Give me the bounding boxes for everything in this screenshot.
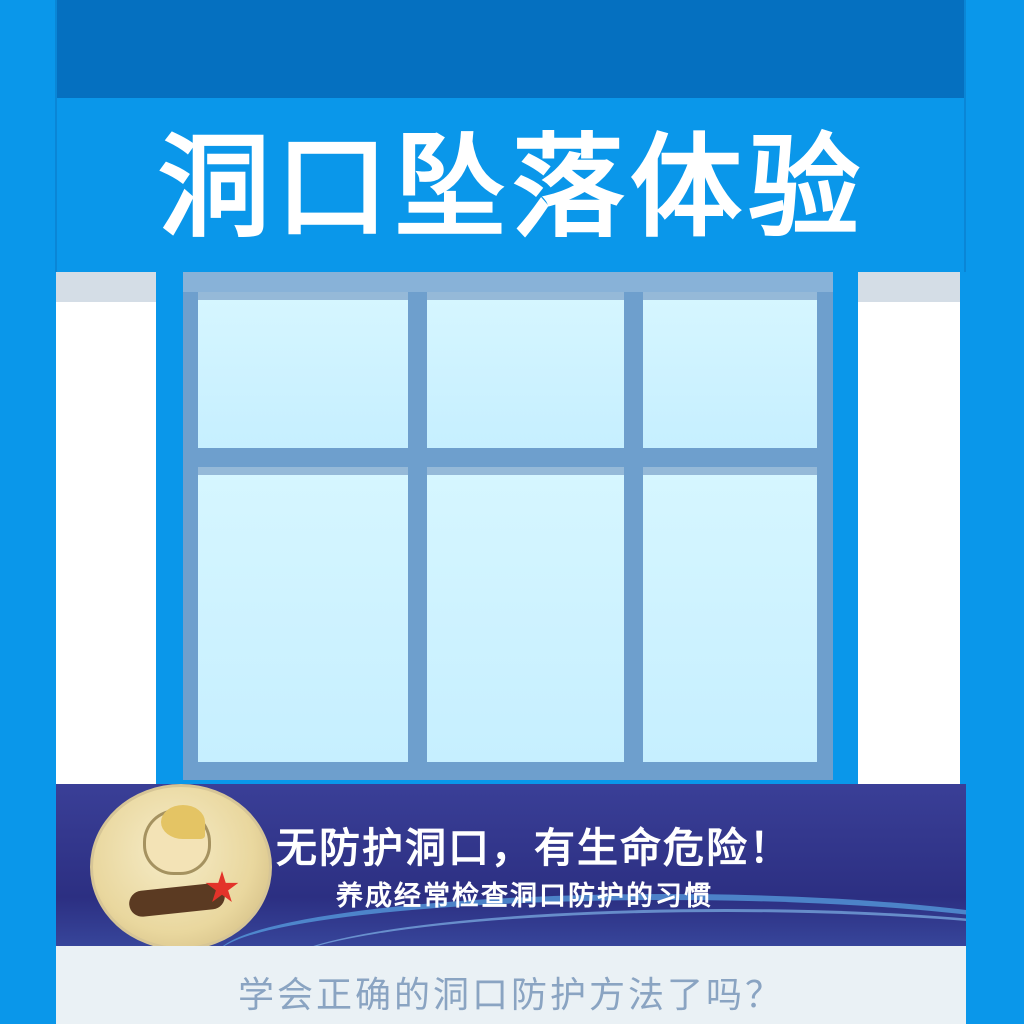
window-top-shade: [183, 272, 833, 292]
footer-strip: 学会正确的洞口防护方法了吗？: [56, 946, 966, 1024]
roof-panel: [56, 0, 964, 98]
side-wall-right: [858, 272, 960, 784]
pane-bottom-right: [643, 467, 817, 762]
booth-title: 洞口坠落体验: [158, 123, 866, 253]
falling-worker-icon: [90, 784, 272, 946]
banner-headline: 无防护洞口，有生命危险！: [276, 824, 792, 872]
pane-top-middle: [427, 292, 624, 448]
worker-hair-icon: [161, 805, 205, 839]
banner-subline: 养成经常检查洞口防护的习惯: [336, 881, 713, 912]
worker-body-icon: [127, 882, 227, 918]
footer-question: 学会正确的洞口防护方法了吗？: [237, 975, 784, 1016]
pane-bottom-middle: [427, 467, 624, 762]
pane-top-right: [643, 292, 817, 448]
warning-banner: 无防护洞口，有生命危险！ 养成经常检查洞口防护的习惯: [56, 784, 966, 946]
pane-bottom-left: [198, 467, 408, 762]
pane-top-left: [198, 292, 408, 448]
side-wall-left: [56, 272, 156, 784]
